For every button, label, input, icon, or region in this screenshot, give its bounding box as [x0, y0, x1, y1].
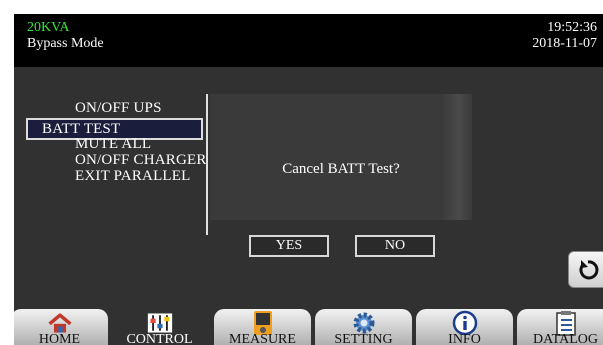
refresh-back-icon — [579, 259, 599, 279]
tab-label-measure: MEASURE — [229, 332, 296, 345]
menu-divider — [206, 94, 208, 235]
no-button[interactable]: NO — [355, 235, 435, 257]
tab-label-info: INFO — [448, 332, 481, 345]
dialog-message: Cancel BATT Test? — [282, 161, 400, 177]
menu-item-onoff-ups[interactable]: ON/OFF UPS — [75, 100, 162, 117]
clock-time: 19:52:36 — [547, 20, 597, 35]
clock-date: 2018-11-07 — [532, 36, 597, 51]
tab-label-home: HOME — [38, 332, 81, 345]
menu-item-onoff-charger[interactable]: ON/OFF CHARGER — [75, 152, 207, 169]
tab-setting[interactable]: SETTING — [315, 309, 412, 345]
status-bar: 20KVA Bypass Mode 19:52:36 2018-11-07 — [14, 14, 603, 67]
back-button[interactable] — [568, 251, 603, 288]
yes-button[interactable]: YES — [249, 235, 329, 257]
tab-label-control: CONTROL — [126, 332, 193, 345]
tab-control[interactable]: CONTROL — [111, 309, 208, 345]
ups-screen: 20KVA Bypass Mode 19:52:36 2018-11-07 ON… — [14, 14, 603, 345]
menu-item-exit-parallel[interactable]: EXIT PARALLEL — [75, 168, 191, 185]
model-label: 20KVA — [27, 20, 70, 35]
menu-item-mute-all[interactable]: MUTE ALL — [75, 136, 151, 153]
tab-label-setting: SETTING — [334, 332, 393, 345]
tab-home[interactable]: HOME — [14, 309, 108, 345]
confirm-dialog: Cancel BATT Test? — [210, 94, 472, 220]
tab-info[interactable]: INFO — [416, 309, 513, 345]
tab-measure[interactable]: MEASURE — [214, 309, 311, 345]
tab-label-datalog: DATALOG — [533, 332, 598, 345]
mode-label: Bypass Mode — [27, 36, 104, 51]
tab-datalog[interactable]: DATALOG — [517, 309, 603, 345]
